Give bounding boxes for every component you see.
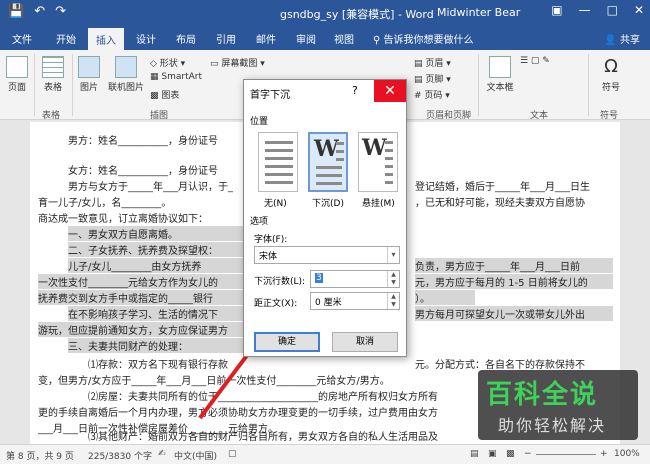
distance-input[interactable]: 0 厘米 ▲ ▼	[310, 292, 400, 310]
drop-cap-glyph: W	[314, 136, 339, 162]
text-line	[265, 157, 293, 160]
help-icon[interactable]: ?	[352, 84, 358, 97]
drop-cap-dialog: 首字下沉 ? ✕ 位置 无(N) W 下沉(D) W 悬挂(M) 选项 字体(F…	[243, 79, 407, 357]
text-line	[316, 174, 342, 177]
zoom-slider[interactable]	[536, 454, 596, 455]
text-line	[265, 165, 293, 168]
read-mode-icon[interactable]: ▤	[470, 449, 479, 459]
language[interactable]: 中文(中国)	[174, 449, 217, 462]
option-dropped-label: 下沉(D)	[312, 199, 344, 209]
lines-value: 3	[315, 273, 323, 283]
option-in-margin-label: 悬挂(M)	[362, 199, 395, 209]
option-dropped[interactable]: W	[308, 132, 348, 192]
text-line	[265, 141, 293, 144]
watermark-subtitle: 助你轻松解决	[498, 416, 607, 435]
font-label: 字体(F):	[254, 235, 288, 245]
zoom-level[interactable]: 100%	[614, 449, 640, 459]
watermark-title: 百科全说	[486, 380, 599, 410]
font-value: 宋体	[259, 252, 278, 262]
proofing-icon[interactable]: ✍	[158, 449, 166, 459]
option-none[interactable]	[258, 132, 298, 192]
zoom-out-icon[interactable]: −	[524, 449, 532, 459]
option-none-label: 无(N)	[264, 199, 287, 209]
distance-value: 0 厘米	[315, 298, 342, 308]
text-line	[385, 173, 393, 176]
text-line	[385, 165, 393, 168]
text-line	[265, 181, 293, 184]
text-line	[385, 149, 393, 152]
cancel-button[interactable]: 取消	[332, 332, 398, 352]
text-line	[385, 157, 393, 160]
text-line	[336, 142, 344, 145]
option-in-margin[interactable]: W	[358, 132, 398, 192]
spinner-icon[interactable]: ▲ ▼	[387, 271, 399, 287]
text-line	[385, 141, 393, 144]
chevron-down-icon[interactable]: ▾	[387, 247, 399, 263]
dialog-title: 首字下沉	[250, 90, 290, 101]
options-label: 选项	[250, 217, 269, 227]
spinner-icon[interactable]: ▲ ▼	[387, 293, 399, 309]
macro-icon[interactable]: ▢	[228, 449, 237, 459]
status-bar: 第 8 页，共 9 页 225/3830 个字 ✍ 中文(中国) ▢ ▤ ▣ ▩…	[0, 444, 650, 464]
lines-input[interactable]: 3 ▲ ▼	[310, 270, 400, 288]
text-line	[316, 182, 342, 185]
page-count[interactable]: 第 8 页，共 9 页	[6, 449, 74, 462]
zoom-in-icon[interactable]: +	[600, 449, 608, 459]
position-label: 位置	[250, 117, 269, 127]
print-layout-icon[interactable]: ▣	[488, 449, 497, 459]
text-line	[316, 166, 342, 169]
distance-label: 距正文(X):	[254, 299, 298, 309]
text-line	[336, 150, 344, 153]
lines-label: 下沉行数(L):	[254, 277, 306, 287]
ok-button[interactable]: 确定	[254, 332, 320, 352]
text-line	[385, 181, 393, 184]
text-line	[265, 149, 293, 152]
web-layout-icon[interactable]: ▩	[506, 449, 515, 459]
text-line	[265, 173, 293, 176]
font-select[interactable]: 宋体 ▾	[254, 246, 400, 264]
watermark-logo: 百科全说 助你轻松解决	[478, 370, 638, 440]
text-line	[336, 158, 344, 161]
word-count[interactable]: 225/3830 个字	[88, 449, 152, 462]
margin-cap-glyph: W	[362, 135, 387, 161]
close-icon[interactable]: ✕	[374, 80, 406, 102]
